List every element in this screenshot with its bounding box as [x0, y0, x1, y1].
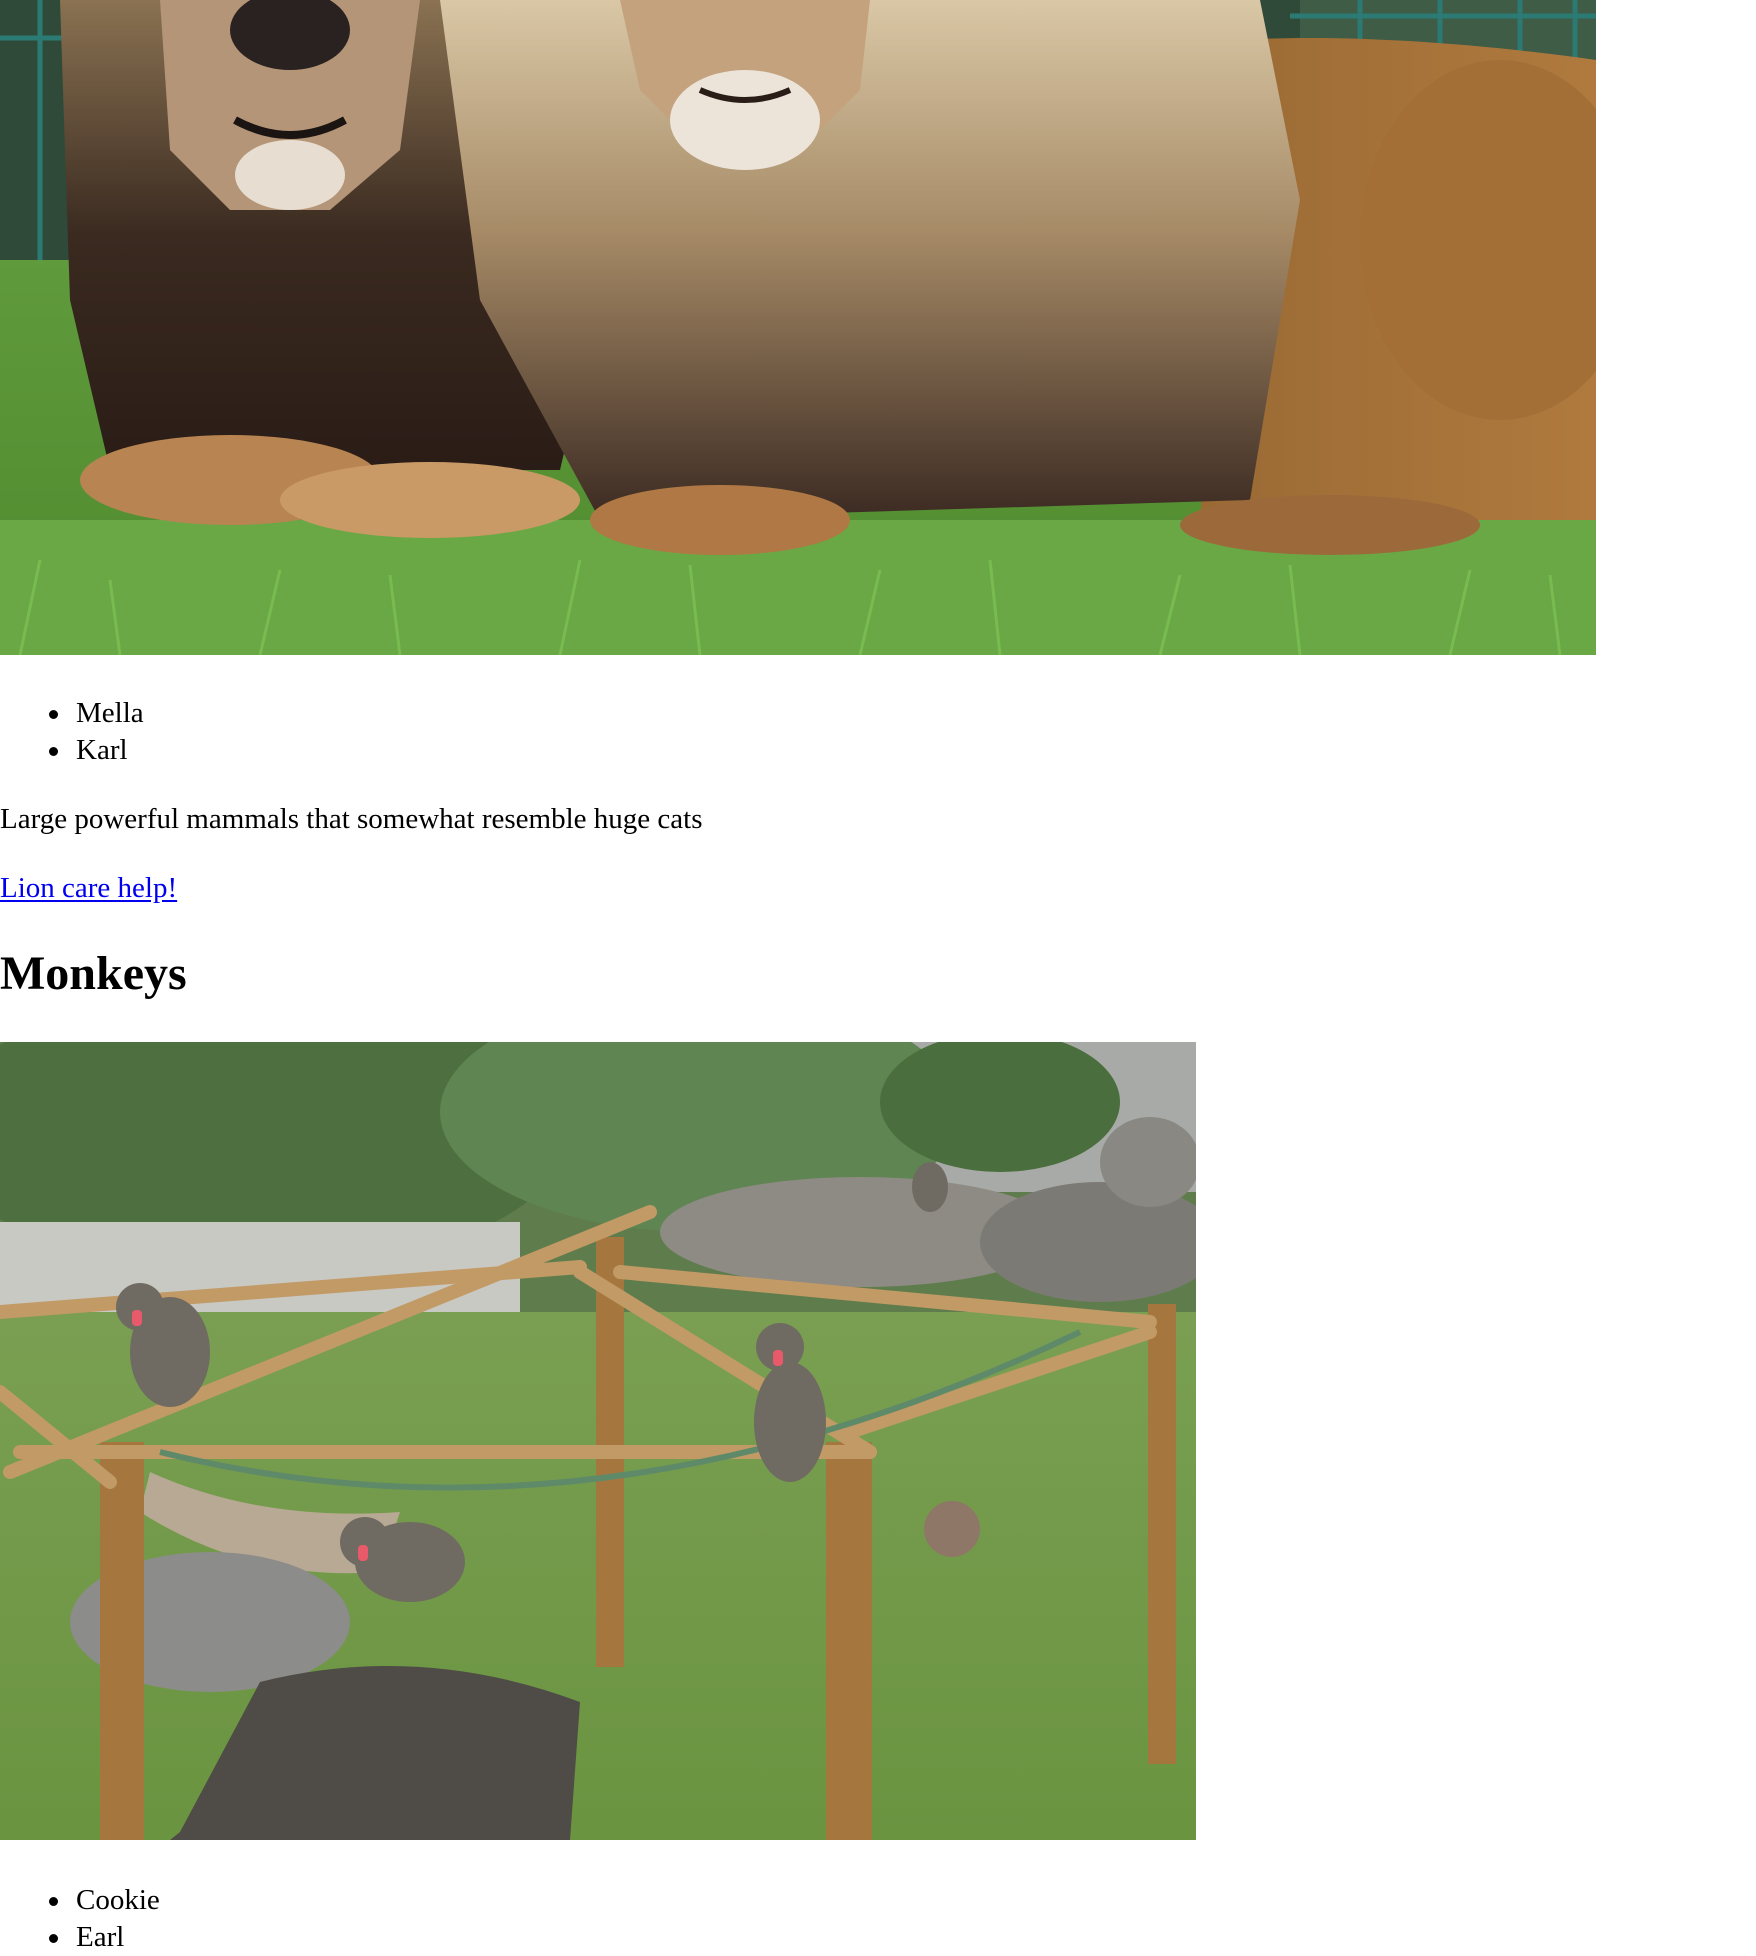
- lion-care-help-link[interactable]: Lion care help!: [0, 870, 177, 907]
- list-item: Cookie: [0, 1882, 160, 1919]
- lion-description: Large powerful mammals that somewhat res…: [0, 803, 703, 835]
- monkey-photo: [0, 1042, 1196, 1840]
- list-item: Mella: [0, 695, 144, 732]
- list-item: Earl: [0, 1919, 160, 1956]
- list-item: Karl: [0, 732, 144, 769]
- lion-names-list: Mella Karl: [0, 695, 144, 769]
- monkeys-heading: Monkeys: [0, 947, 187, 1000]
- lion-photo: [0, 0, 1596, 655]
- monkey-names-list: Cookie Earl: [0, 1882, 160, 1956]
